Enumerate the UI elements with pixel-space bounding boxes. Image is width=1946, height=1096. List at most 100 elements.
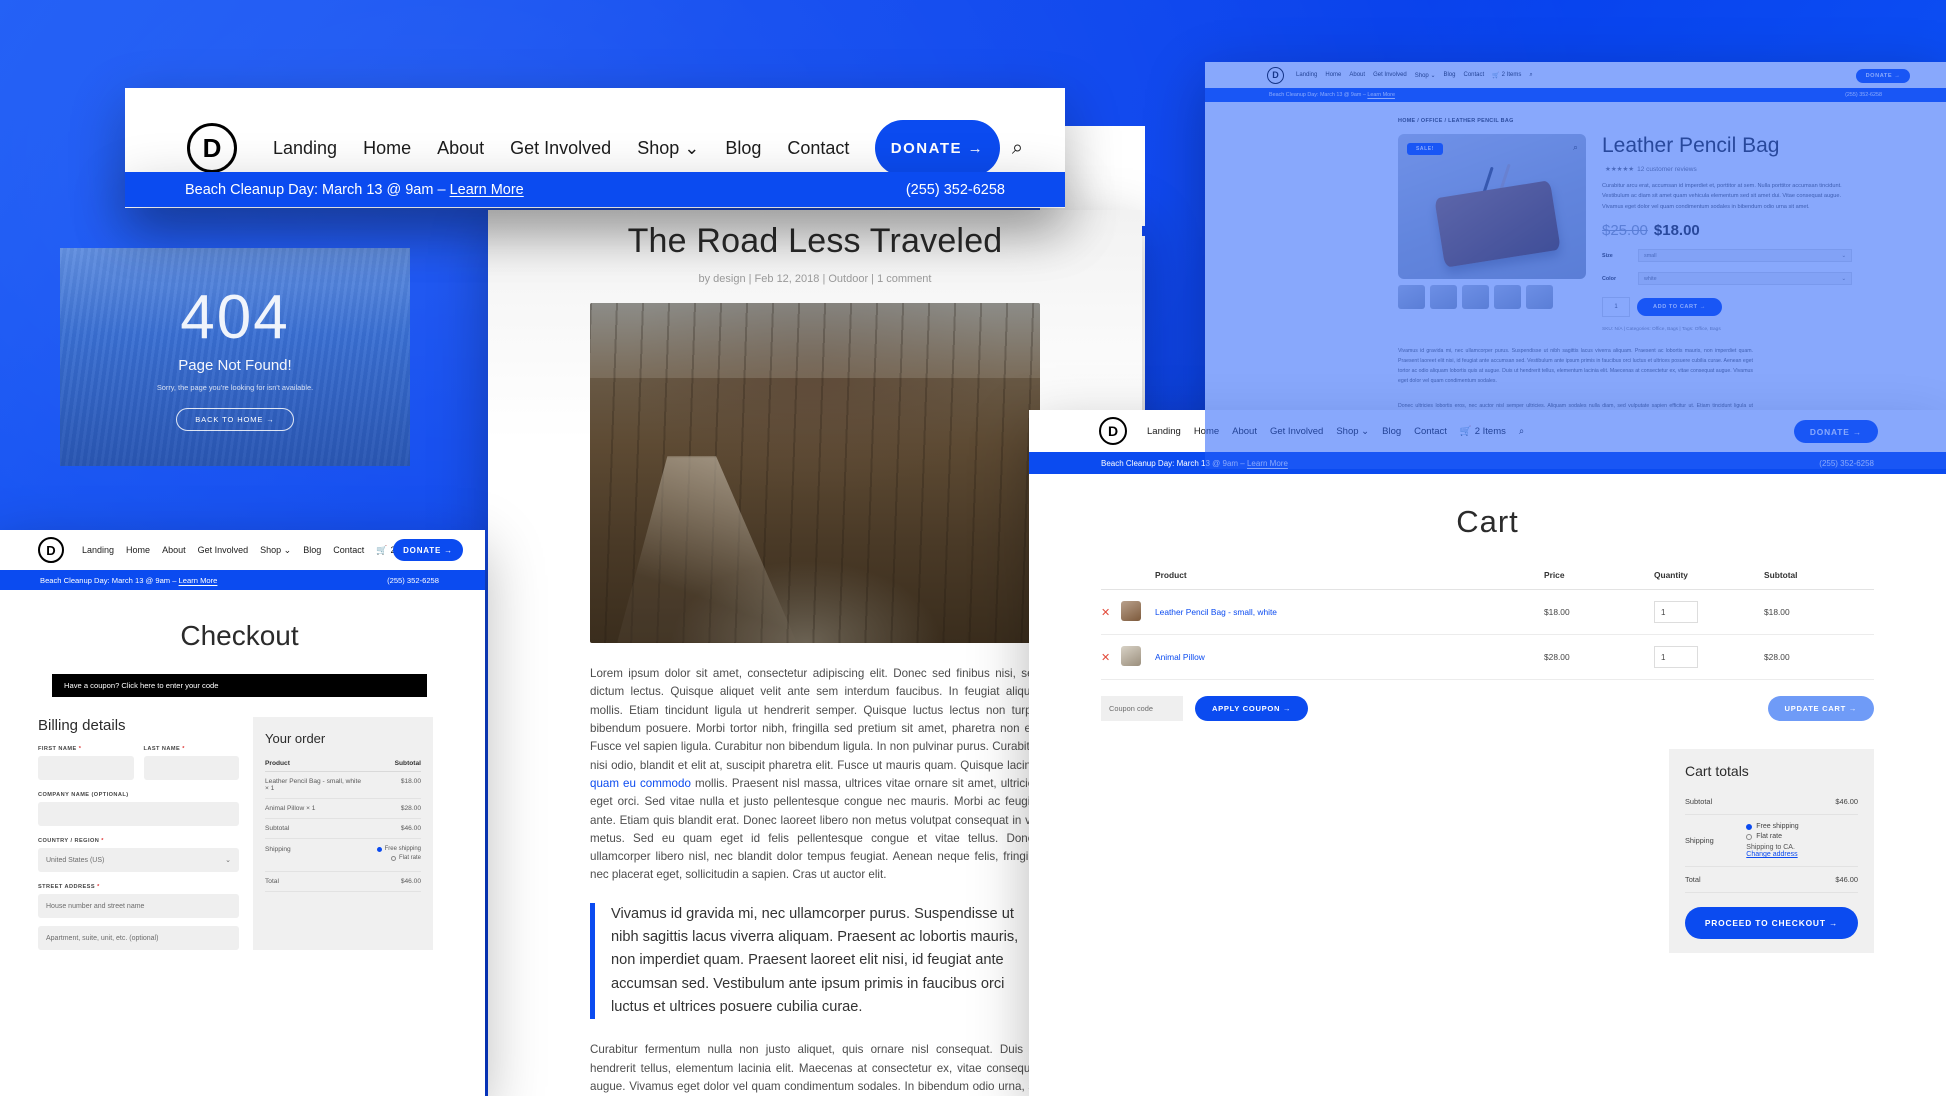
cart-link[interactable]: 🛒2 Items [1492, 72, 1521, 79]
cart-link[interactable]: 🛒2 Items [1460, 426, 1506, 437]
table-row: ✕ Animal Pillow $28.00 1 $28.00 [1101, 634, 1874, 680]
color-value: white [1644, 275, 1657, 282]
shipping-option-free[interactable]: Free shipping [1746, 823, 1858, 830]
nav-item-blog[interactable]: Blog [725, 138, 761, 159]
totals-subtotal-label: Subtotal [1685, 789, 1747, 815]
thumbnail-2[interactable] [1430, 285, 1457, 309]
search-icon[interactable]: ⌕ [1519, 426, 1524, 437]
street-address-2-field[interactable]: Apartment, suite, unit, etc. (optional) [38, 926, 239, 950]
search-icon[interactable]: ⌕ [1529, 72, 1532, 79]
product-color-attribute: Color white ⌄ [1602, 272, 1852, 286]
announcement-link[interactable]: Learn More [1367, 92, 1395, 98]
nav-item-contact[interactable]: Contact [333, 545, 364, 555]
brand-logo[interactable]: D [187, 123, 237, 173]
product-thumbnail[interactable] [1121, 634, 1155, 680]
shipping-flat-label: Flat rate [398, 855, 421, 861]
coupon-notice-bar[interactable]: Have a coupon? Click here to enter your … [52, 674, 427, 697]
shipping-option-free[interactable]: Free shipping [372, 846, 421, 852]
nav-item-about[interactable]: About [162, 545, 186, 555]
nav-item-home[interactable]: Home [1194, 426, 1219, 437]
brand-logo[interactable]: D [1099, 417, 1127, 445]
nav-item-blog[interactable]: Blog [1382, 426, 1401, 437]
thumbnail-5[interactable] [1526, 285, 1553, 309]
nav-item-about[interactable]: About [437, 138, 484, 159]
announcement-phone[interactable]: (255) 352-6258 [1845, 92, 1882, 98]
nav-item-about[interactable]: About [1349, 72, 1365, 78]
product-main-image[interactable]: SALE! ⌕ [1398, 134, 1586, 279]
nav-item-get-involved[interactable]: Get Involved [198, 545, 249, 555]
quantity-input[interactable]: 1 [1654, 601, 1698, 623]
donate-button[interactable]: DONATE → [1856, 69, 1910, 83]
thumbnail-1[interactable] [1398, 285, 1425, 309]
announcement-text: Beach Cleanup Day: March 13 @ 9am – Lear… [185, 182, 524, 198]
cart-icon: 🛒 [376, 544, 388, 555]
nav-item-shop[interactable]: Shop ⌄ [637, 138, 699, 159]
add-to-cart-button[interactable]: ADD TO CART → [1637, 298, 1722, 317]
nav-item-blog[interactable]: Blog [1443, 72, 1455, 78]
quantity-input[interactable]: 1 [1654, 646, 1698, 668]
size-select[interactable]: small ⌄ [1638, 249, 1852, 263]
nav-item-contact[interactable]: Contact [1414, 426, 1447, 437]
nav-item-about[interactable]: About [1232, 426, 1257, 437]
update-cart-button[interactable]: UPDATE CART → [1767, 696, 1874, 721]
product-link[interactable]: Leather Pencil Bag - small, white [1155, 607, 1277, 617]
nav-item-contact[interactable]: Contact [1463, 72, 1484, 78]
nav-item-home[interactable]: Home [363, 138, 411, 159]
blog-inline-link[interactable]: quam eu commodo [590, 777, 691, 790]
nav-item-shop[interactable]: Shop ⌄ [1415, 72, 1436, 79]
coupon-code-input[interactable]: Coupon code [1101, 696, 1183, 721]
donate-button[interactable]: DONATE → [1794, 420, 1878, 443]
remove-item-button[interactable]: ✕ [1101, 634, 1121, 680]
nav-shop-label: Shop [260, 544, 282, 555]
nav-item-shop[interactable]: Shop ⌄ [260, 545, 291, 556]
cart-page-preview: D Landing Home About Get Involved Shop ⌄… [1029, 410, 1946, 1096]
proceed-to-checkout-button[interactable]: PROCEED TO CHECKOUT → [1685, 907, 1858, 939]
change-address-link[interactable]: Change address [1746, 851, 1858, 858]
search-icon[interactable]: ⌕ [1012, 137, 1023, 160]
first-name-field[interactable] [38, 756, 134, 780]
zoom-icon[interactable]: ⌕ [1573, 142, 1578, 153]
last-name-field[interactable] [143, 756, 239, 780]
last-name-label-text: LAST NAME [143, 746, 181, 752]
nav-item-get-involved[interactable]: Get Involved [1373, 72, 1407, 78]
nav-item-landing[interactable]: Landing [1147, 426, 1181, 437]
order-row-subtotal: $18.00 [371, 771, 421, 799]
shipping-free-label: Free shipping [1756, 823, 1799, 830]
nav-item-get-involved[interactable]: Get Involved [510, 138, 611, 159]
quantity-stepper[interactable]: 1 [1602, 297, 1630, 318]
country-select[interactable]: United States (US) ⌄ [38, 848, 239, 872]
nav-item-landing[interactable]: Landing [82, 545, 114, 555]
back-to-home-button[interactable]: BACK TO HOME → [176, 408, 294, 431]
nav-item-contact[interactable]: Contact [787, 138, 849, 159]
nav-item-landing[interactable]: Landing [1296, 72, 1317, 78]
remove-item-button[interactable]: ✕ [1101, 589, 1121, 635]
street-address-field[interactable]: House number and street name [38, 894, 239, 918]
product-link[interactable]: Animal Pillow [1155, 652, 1205, 662]
nav-item-get-involved[interactable]: Get Involved [1270, 426, 1323, 437]
nav-item-blog[interactable]: Blog [303, 545, 321, 555]
product-thumbnail[interactable] [1121, 589, 1155, 635]
donate-button[interactable]: DONATE → [393, 539, 463, 561]
shipping-option-flat[interactable]: Flat rate [1746, 833, 1858, 840]
color-select[interactable]: white ⌄ [1638, 272, 1852, 286]
announcement-phone[interactable]: (255) 352-6258 [387, 576, 439, 585]
nav-item-landing[interactable]: Landing [273, 138, 337, 159]
nav-item-shop[interactable]: Shop ⌄ [1336, 426, 1369, 437]
announcement-phone[interactable]: (255) 352-6258 [1819, 459, 1874, 468]
thumbnail-3[interactable] [1462, 285, 1489, 309]
donate-button[interactable]: DONATE → [875, 120, 1000, 176]
review-count[interactable]: 12 customer reviews [1637, 166, 1697, 173]
company-field[interactable] [38, 802, 239, 826]
brand-logo[interactable]: D [1267, 66, 1284, 84]
apply-coupon-button[interactable]: APPLY COUPON → [1195, 696, 1309, 721]
thumbnail-4[interactable] [1494, 285, 1521, 309]
nav-item-home[interactable]: Home [1325, 72, 1341, 78]
announcement-link[interactable]: Learn More [450, 182, 524, 198]
nav-item-home[interactable]: Home [126, 545, 150, 555]
brand-logo[interactable]: D [38, 537, 64, 563]
announcement-link[interactable]: Learn More [179, 576, 218, 585]
announcement-phone[interactable]: (255) 352-6258 [906, 182, 1005, 198]
announcement-link[interactable]: Learn More [1247, 459, 1288, 468]
col-thumb [1121, 570, 1155, 590]
shipping-option-flat[interactable]: Flat rate [372, 855, 421, 861]
